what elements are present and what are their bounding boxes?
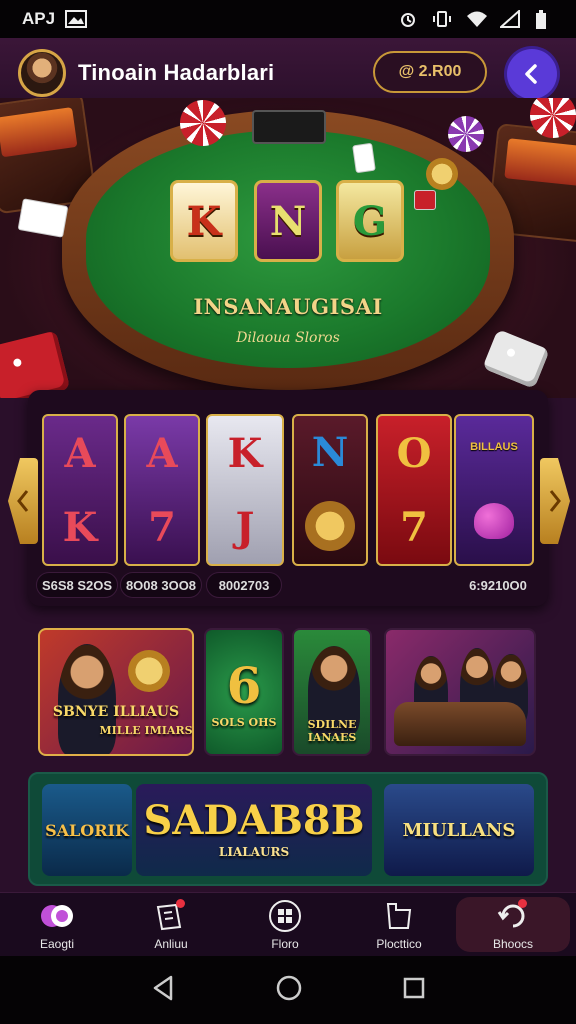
status-left: APJ [22, 9, 88, 29]
reel-column[interactable]: O 7 [376, 414, 452, 566]
battery-icon [534, 10, 554, 29]
bag-icon [381, 899, 417, 933]
promo-banner[interactable]: MIULLANS [384, 784, 534, 876]
game-tile-title: SBNYE ILLIAUS [52, 704, 180, 720]
hero-reel-tile: K [170, 180, 238, 262]
win-label: S6S8 S2OS [36, 572, 118, 598]
home-nav-icon[interactable] [276, 975, 302, 1006]
promo-banner-main[interactable]: SADAB8B LIALAURS [136, 784, 372, 876]
win-label: 8002703 [206, 572, 282, 598]
reel-symbol: O [396, 429, 432, 477]
character-image [58, 644, 116, 754]
nav-label: Eaogti [39, 936, 75, 951]
reel-column[interactable]: K J [206, 414, 284, 566]
chevron-left-icon [17, 490, 29, 512]
status-bar: APJ [0, 0, 576, 38]
playing-card [17, 198, 69, 238]
reel-symbol: 7 [148, 503, 176, 551]
playing-card [414, 190, 436, 210]
playing-card [352, 142, 376, 174]
banner-title: SADAB8B [143, 797, 365, 844]
game-tile-subtitle: SOLS OHS [211, 716, 277, 729]
win-label: 8O08 3OO8 [120, 572, 202, 598]
promo-banner[interactable]: SALORIK [42, 784, 132, 876]
reel-tag: BILLAUS [470, 441, 518, 453]
reel-symbol: K [227, 429, 263, 477]
game-tile[interactable]: SDILNE IANAES [292, 628, 372, 756]
status-right [398, 8, 554, 29]
app-title: Tinoain Hadarblari [78, 60, 275, 85]
reel-symbol: N [311, 428, 349, 476]
back-button[interactable] [507, 49, 557, 99]
medallion-symbol [305, 501, 355, 552]
table-subtitle: Dilaoua Sloros [236, 330, 340, 346]
win-label: 6:9210O0 [469, 577, 527, 593]
coin-decoration [128, 650, 170, 692]
nav-label: Anliuu [154, 936, 188, 951]
chevron-right-icon [549, 490, 561, 512]
reel-symbol: A [146, 429, 178, 477]
reel-column[interactable]: A K [42, 414, 118, 566]
vibrate-icon [432, 10, 452, 28]
hero-casino-table: K N G INSANAUGISAI Dilaoua Sloros [0, 98, 576, 398]
game-tile-subtitle: MILLE IMIARS [99, 724, 193, 737]
nav-label: Floro [271, 936, 299, 951]
recents-nav-icon[interactable] [403, 977, 425, 1004]
cards-icon [153, 898, 189, 933]
notification-badge [176, 898, 185, 908]
gallery-icon [65, 10, 88, 28]
nav-label: Plocttico [376, 936, 422, 951]
banner-subtitle: LIALAURS [218, 845, 290, 859]
game-tile[interactable]: 6 SOLS OHS [204, 628, 284, 756]
reel-prev-button[interactable] [8, 458, 38, 544]
back-chevron-icon [525, 64, 537, 84]
nav-item-bhoocs[interactable]: Bhoocs [456, 897, 570, 952]
reel-column[interactable]: A 7 [124, 414, 200, 566]
nav-item-plocttico[interactable]: Plocttico [342, 893, 456, 956]
table-title: INSANAUGISAI [193, 294, 383, 319]
reel-column[interactable]: N [292, 414, 368, 566]
car-image [394, 702, 526, 746]
reel-next-button[interactable] [540, 458, 570, 544]
heart-symbol [474, 503, 514, 539]
reel-column[interactable]: BILLAUS [454, 414, 534, 566]
nav-item-anliuu[interactable]: Anliuu [114, 893, 228, 956]
game-tile[interactable] [384, 628, 536, 756]
poker-chip [180, 100, 226, 146]
hero-reel-tile: G [336, 180, 404, 262]
reel-symbol: 7 [400, 503, 428, 551]
reel-symbol: J [235, 503, 255, 551]
game-tile-title: SDILNE IANAES [307, 718, 357, 744]
reel-symbol: A [64, 429, 96, 477]
nav-item-floro[interactable]: Floro [228, 893, 342, 956]
chips-icon [39, 899, 75, 933]
poker-chip [448, 116, 484, 152]
refresh-icon [495, 898, 531, 933]
hero-reel-tile: N [254, 180, 322, 262]
status-text: APJ [22, 9, 56, 28]
bottom-nav: Eaogti Anliuu Floro Plocttico Bhoocs [0, 892, 576, 956]
wifi-icon [466, 10, 487, 28]
grid-icon [267, 899, 303, 933]
game-tile-number: 6 [226, 656, 262, 715]
avatar[interactable] [18, 49, 66, 97]
system-nav-bar [0, 956, 576, 1024]
alarm-icon [398, 10, 418, 28]
card-shoe [252, 110, 326, 144]
signal-icon [498, 8, 520, 28]
poker-chip [426, 158, 458, 190]
notification-badge [518, 898, 527, 908]
nav-item-eaogti[interactable]: Eaogti [0, 893, 114, 956]
reel-symbol: K [62, 503, 98, 551]
nav-label: Bhoocs [492, 936, 534, 951]
back-nav-icon[interactable] [151, 975, 175, 1006]
game-tile[interactable]: SBNYE ILLIAUS MILLE IMIARS [38, 628, 194, 756]
balance-pill[interactable]: @ 2.R00 [373, 51, 487, 93]
